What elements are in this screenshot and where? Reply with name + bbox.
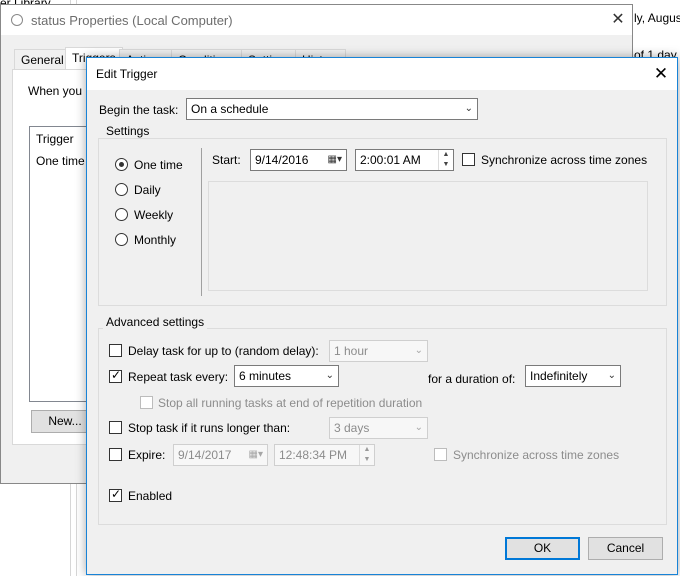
expire-time-value: 12:48:34 PM — [279, 448, 348, 462]
triggers-list-header: Trigger — [36, 132, 74, 146]
ok-button[interactable]: OK — [505, 537, 580, 560]
begin-task-select[interactable]: On a schedule ⌄ — [186, 98, 478, 120]
begin-task-label: Begin the task: — [99, 103, 179, 117]
begin-task-value: On a schedule — [191, 102, 269, 116]
radio-monthly[interactable]: Monthly — [115, 232, 195, 248]
repeat-interval-value: 6 minutes — [239, 369, 292, 383]
recurrence-panel — [208, 181, 648, 291]
dialog-close-button[interactable]: ✕ — [649, 62, 673, 86]
chevron-down-icon: ⌄ — [464, 103, 473, 114]
stop-longer-select[interactable]: 3 days ⌄ — [329, 417, 428, 439]
stop-longer-value: 3 days — [334, 421, 370, 435]
expire-label: Expire: — [128, 448, 166, 462]
expire-sync-checkbox[interactable] — [434, 448, 447, 461]
duration-label: for a duration of: — [428, 372, 516, 386]
start-date-value: 9/14/2016 — [255, 153, 309, 167]
sync-time-zones-checkbox[interactable] — [462, 153, 475, 166]
delay-task-label: Delay task for up to (random delay): — [128, 344, 319, 358]
stop-all-tasks-checkbox[interactable] — [140, 396, 153, 409]
expire-time-field[interactable]: 12:48:34 PM ▲ ▼ — [274, 444, 375, 466]
chevron-down-icon: ⌄ — [607, 370, 616, 381]
calendar-icon[interactable]: ▦▾ — [328, 150, 342, 170]
radio-weekly[interactable]: Weekly — [115, 207, 195, 223]
stop-longer-label: Stop task if it runs longer than: — [128, 421, 291, 435]
properties-title: status Properties (Local Computer) — [31, 13, 233, 28]
delay-value: 1 hour — [334, 344, 369, 358]
radio-one-time-button[interactable] — [115, 158, 128, 171]
chevron-down-icon: ⌄ — [414, 422, 423, 433]
start-time-value: 2:00:01 AM — [360, 153, 421, 167]
duration-value: Indefinitely — [530, 369, 588, 383]
stop-all-tasks-label: Stop all running tasks at end of repetit… — [158, 396, 423, 410]
triggers-intro-text: When you — [28, 84, 83, 98]
settings-divider — [201, 148, 202, 296]
enabled-checkbox[interactable]: ✓ — [109, 487, 122, 502]
stop-longer-checkbox[interactable] — [109, 421, 122, 434]
radio-weekly-button[interactable] — [115, 208, 128, 221]
tab-general[interactable]: General — [14, 49, 71, 69]
delay-task-checkbox[interactable] — [109, 344, 122, 357]
clock-icon — [11, 14, 23, 26]
enabled-label: Enabled — [128, 489, 173, 503]
triggers-list[interactable]: Trigger One time — [29, 126, 89, 402]
duration-select[interactable]: Indefinitely ⌄ — [525, 365, 621, 387]
time-spinner-icon[interactable]: ▲ ▼ — [359, 445, 374, 465]
chevron-down-icon: ⌄ — [325, 370, 334, 381]
expire-date-picker[interactable]: 9/14/2017 ▦▾ — [173, 444, 268, 466]
expire-date-value: 9/14/2017 — [178, 448, 232, 462]
repeat-task-checkbox[interactable]: ✓ — [109, 368, 122, 383]
dialog-title: Edit Trigger — [96, 67, 158, 81]
time-spinner-icon[interactable]: ▲ ▼ — [438, 150, 453, 170]
calendar-icon[interactable]: ▦▾ — [249, 445, 263, 465]
repeat-task-label: Repeat task every: — [128, 370, 229, 384]
radio-weekly-label: Weekly — [134, 208, 174, 222]
radio-monthly-button[interactable] — [115, 233, 128, 246]
radio-daily-button[interactable] — [115, 183, 128, 196]
radio-daily-label: Daily — [134, 183, 161, 197]
settings-group-label: Settings — [103, 124, 153, 138]
triggers-list-row[interactable]: One time — [36, 154, 85, 168]
start-date-picker[interactable]: 9/14/2016 ▦▾ — [250, 149, 347, 171]
expire-sync-label: Synchronize across time zones — [453, 448, 620, 462]
edit-trigger-dialog: Edit Trigger ✕ Begin the task: On a sche… — [86, 57, 678, 575]
radio-one-time-label: One time — [134, 158, 183, 172]
dialog-title-bar: Edit Trigger ✕ — [87, 58, 677, 90]
repeat-interval-select[interactable]: 6 minutes ⌄ — [234, 365, 339, 387]
advanced-settings-label: Advanced settings — [103, 315, 208, 329]
chevron-down-icon: ⌄ — [414, 345, 423, 356]
radio-one-time[interactable]: One time — [115, 157, 195, 173]
start-label: Start: — [212, 153, 241, 167]
start-time-field[interactable]: 2:00:01 AM ▲ ▼ — [355, 149, 454, 171]
properties-close-button[interactable]: ✕ — [607, 9, 629, 31]
cancel-button[interactable]: Cancel — [588, 537, 663, 560]
radio-daily[interactable]: Daily — [115, 182, 195, 198]
expire-checkbox[interactable] — [109, 448, 122, 461]
delay-select[interactable]: 1 hour ⌄ — [329, 340, 428, 362]
radio-monthly-label: Monthly — [134, 233, 177, 247]
background-schedule-text: ly, Augus — [634, 11, 680, 25]
properties-title-bar: status Properties (Local Computer) ✕ — [1, 5, 632, 35]
sync-time-zones-label: Synchronize across time zones — [481, 153, 648, 167]
